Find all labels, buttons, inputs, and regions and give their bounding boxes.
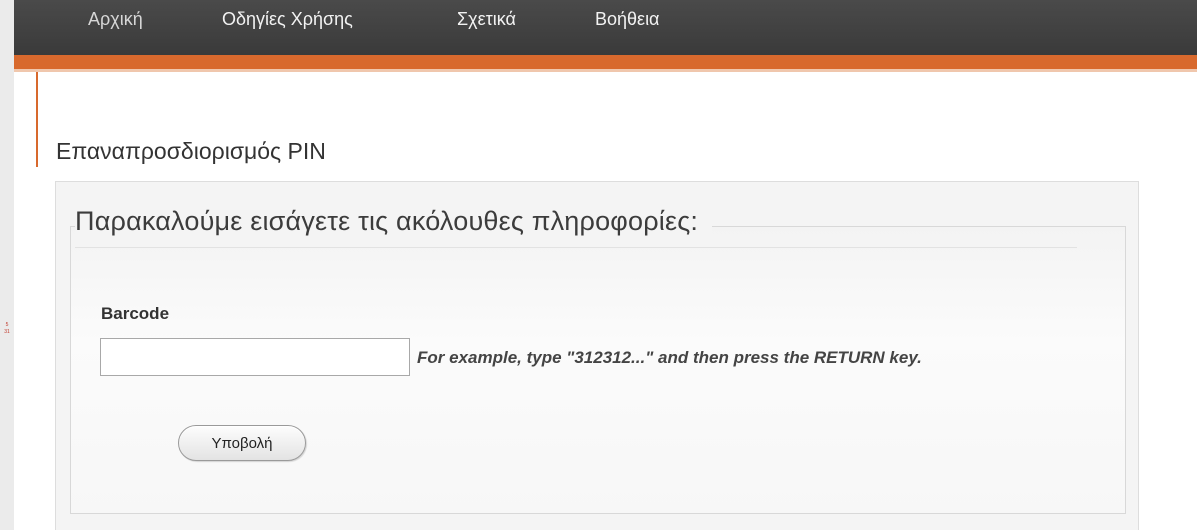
nav-item-help[interactable]: Βοήθεια — [595, 9, 659, 30]
nav-item-about[interactable]: Σχετικά — [457, 9, 516, 30]
barcode-hint: For example, type "312312..." and then p… — [417, 348, 922, 367]
content-accent-divider — [36, 72, 38, 167]
side-marker: 5 31 — [1, 322, 13, 336]
submit-button[interactable]: Υποβολή — [178, 425, 306, 461]
nav-accent-bar — [14, 55, 1197, 69]
barcode-label: Barcode — [101, 304, 170, 323]
side-marker-line-1: 5 — [5, 322, 9, 328]
barcode-input[interactable] — [100, 338, 410, 376]
side-marker-line-2: 31 — [4, 329, 10, 335]
nav-item-user-guide[interactable]: Οδηγίες Χρήσης — [222, 9, 353, 30]
nav-accent-highlight — [14, 69, 1197, 72]
page-title: Επαναπροσδιορισμός PIN — [56, 138, 326, 164]
nav-item-home[interactable]: Αρχική — [88, 9, 143, 30]
form-legend: Παρακαλούμε εισάγετε τις ακόλουθες πληρο… — [75, 206, 713, 237]
left-sidebar-strip — [0, 0, 14, 530]
legend-divider — [75, 247, 1077, 248]
top-navigation-bar: Αρχική Οδηγίες Χρήσης Σχετικά Βοήθεια — [14, 0, 1197, 55]
